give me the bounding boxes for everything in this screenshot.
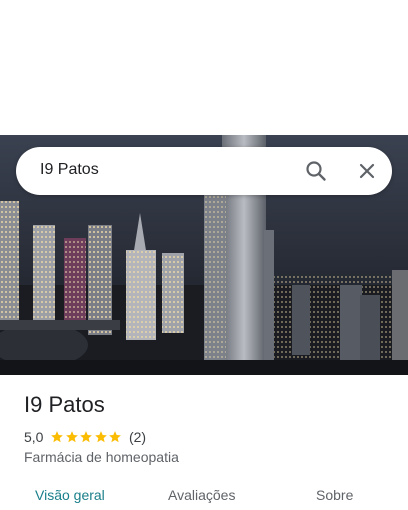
close-icon bbox=[359, 163, 375, 179]
search-icon bbox=[306, 161, 326, 181]
place-title: I9 Patos bbox=[24, 392, 105, 417]
review-count[interactable]: (2) bbox=[129, 429, 146, 445]
rating-row[interactable]: 5,0 (2) bbox=[24, 428, 146, 446]
tab-about[interactable]: Sobre bbox=[316, 487, 353, 503]
tab-overview[interactable]: Visão geral bbox=[35, 487, 105, 503]
star-icon bbox=[109, 431, 122, 443]
star-icon bbox=[66, 431, 78, 443]
search-bar[interactable]: I9 Patos bbox=[16, 147, 392, 195]
star-icon bbox=[51, 431, 64, 443]
search-input[interactable]: I9 Patos bbox=[40, 161, 99, 179]
close-button[interactable] bbox=[353, 157, 381, 185]
star-icon bbox=[80, 431, 93, 443]
search-button[interactable] bbox=[302, 157, 330, 185]
tab-reviews[interactable]: Avaliações bbox=[168, 487, 235, 503]
star-rating bbox=[50, 430, 123, 444]
place-category: Farmácia de homeopatia bbox=[24, 449, 179, 465]
rating-value: 5,0 bbox=[24, 429, 44, 445]
star-icon bbox=[95, 431, 107, 443]
